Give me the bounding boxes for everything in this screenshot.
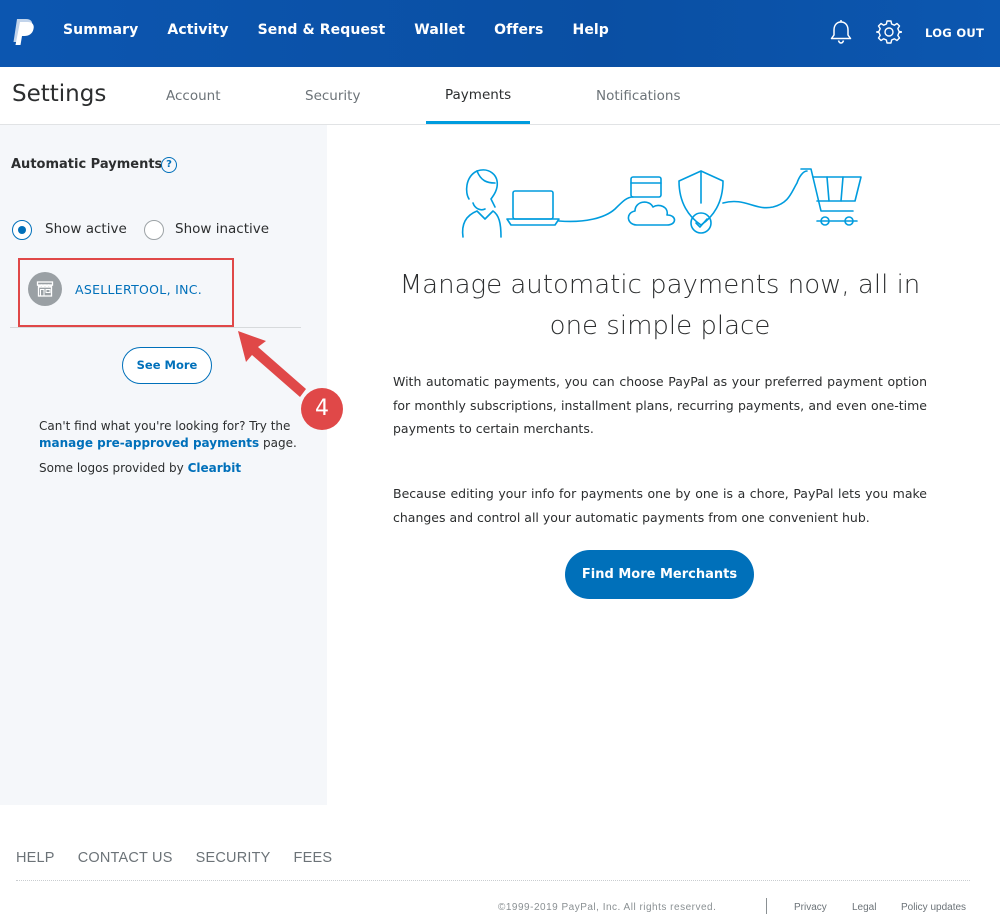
- manage-pre-approved-payments-link[interactable]: manage pre-approved payments: [39, 436, 259, 450]
- cant-find-suffix: page.: [262, 436, 297, 450]
- nav-activity[interactable]: Activity: [167, 22, 228, 38]
- nav-summary[interactable]: Summary: [63, 22, 138, 38]
- tab-notifications[interactable]: Notifications: [596, 88, 681, 104]
- automatic-payments-sidebar: Automatic Payments ? Show active Show in…: [0, 125, 327, 805]
- merchant-name[interactable]: ASELLERTOOL, INC.: [75, 282, 202, 297]
- nav-offers[interactable]: Offers: [494, 22, 543, 38]
- policy-updates-link[interactable]: Policy updates: [901, 902, 966, 913]
- nav-wallet[interactable]: Wallet: [414, 22, 465, 38]
- store-icon: [36, 281, 54, 297]
- main-paragraph-2: Because editing your info for payments o…: [393, 486, 927, 525]
- settings-header: Settings Account Security Payments Notif…: [0, 67, 1000, 125]
- logos-credit: Some logos provided by Clearbit: [39, 461, 241, 475]
- footer-contact-link[interactable]: CONTACT US: [78, 850, 173, 866]
- footer-fees-link[interactable]: FEES: [294, 850, 333, 866]
- bell-icon[interactable]: [829, 19, 853, 45]
- tab-account[interactable]: Account: [166, 88, 221, 104]
- footer-links: HELP CONTACT US SECURITY FEES: [16, 850, 355, 866]
- legal-link[interactable]: Legal: [852, 902, 876, 913]
- footer-divider: [16, 880, 970, 881]
- footer-help-link[interactable]: HELP: [16, 850, 55, 866]
- nav-send-request[interactable]: Send & Request: [258, 22, 386, 38]
- help-icon[interactable]: ?: [161, 157, 177, 173]
- legal-separator: [766, 898, 767, 914]
- clearbit-link[interactable]: Clearbit: [188, 461, 242, 475]
- show-active-label[interactable]: Show active: [45, 221, 127, 237]
- show-active-radio[interactable]: [12, 220, 32, 240]
- top-navigation-bar: Summary Activity Send & Request Wallet O…: [0, 0, 1000, 67]
- nav-help[interactable]: Help: [573, 22, 609, 38]
- show-inactive-label[interactable]: Show inactive: [175, 221, 269, 237]
- footer-security-link[interactable]: SECURITY: [196, 850, 271, 866]
- primary-nav-links: Summary Activity Send & Request Wallet O…: [63, 22, 638, 38]
- page-title: Settings: [12, 81, 107, 107]
- logos-prefix: Some logos provided by: [39, 461, 184, 475]
- sidebar-heading: Automatic Payments: [11, 157, 163, 172]
- gear-icon[interactable]: [876, 19, 902, 45]
- annotation-step-badge: 4: [301, 388, 343, 430]
- active-tab-indicator: [426, 121, 530, 124]
- logout-button[interactable]: LOG OUT: [925, 26, 984, 40]
- tab-payments[interactable]: Payments: [445, 87, 511, 103]
- main-heading: Manage automatic payments now, all in on…: [399, 270, 921, 341]
- find-more-merchants-button[interactable]: Find More Merchants: [565, 550, 754, 599]
- avatar: [28, 272, 62, 306]
- copyright-text: ©1999-2019 PayPal, Inc. All rights reser…: [498, 902, 717, 913]
- tab-security[interactable]: Security: [305, 88, 360, 104]
- paypal-logo-icon[interactable]: [11, 18, 35, 46]
- privacy-link[interactable]: Privacy: [794, 902, 827, 913]
- main-paragraph-1: With automatic payments, you can choose …: [393, 374, 927, 436]
- merchant-list-item[interactable]: ASELLERTOOL, INC.: [18, 258, 234, 327]
- payments-flow-illustration: [461, 168, 862, 238]
- see-more-button[interactable]: See More: [122, 347, 212, 384]
- show-inactive-radio[interactable]: [144, 220, 164, 240]
